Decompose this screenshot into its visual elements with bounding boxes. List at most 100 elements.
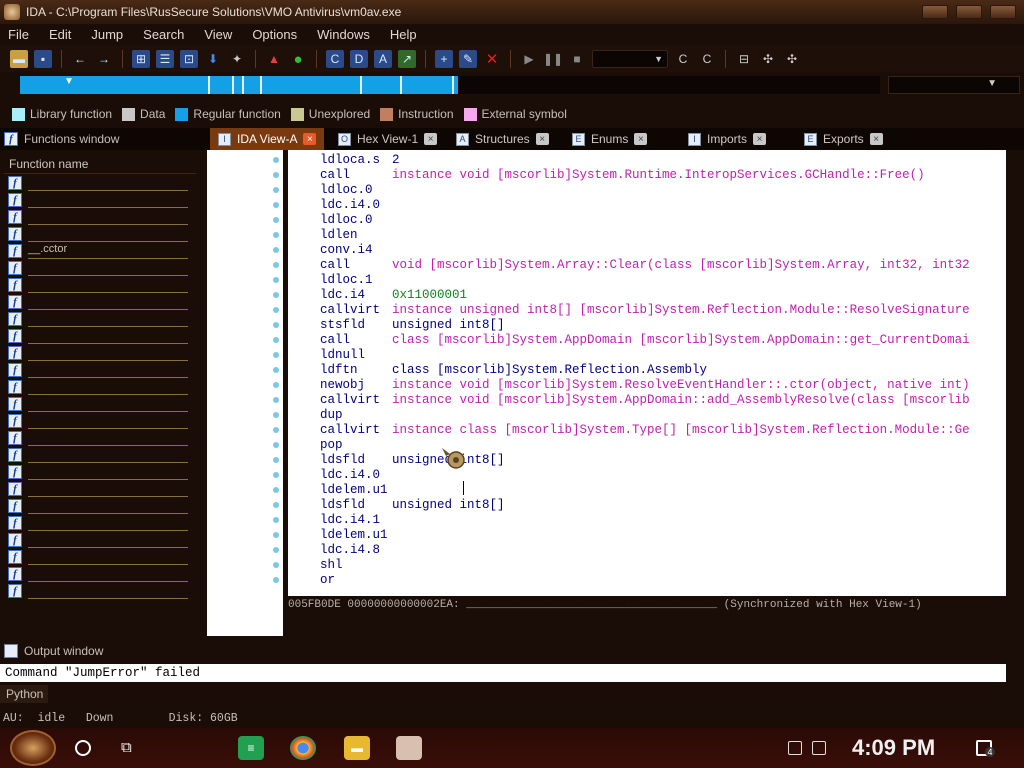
menu-windows[interactable]: Windows — [317, 27, 370, 42]
function-row[interactable]: f — [4, 174, 196, 191]
green-circle-icon[interactable]: ● — [289, 50, 307, 68]
tab-enums[interactable]: E Enums × — [564, 128, 674, 150]
list-icon[interactable]: ☰ — [156, 50, 174, 68]
function-row[interactable]: f — [4, 344, 196, 361]
function-row[interactable]: f — [4, 378, 196, 395]
add-icon[interactable]: + — [435, 50, 453, 68]
warning-icon[interactable]: ▲ — [265, 50, 283, 68]
function-row[interactable]: f — [4, 259, 196, 276]
options-icon[interactable]: ⊟ — [735, 50, 753, 68]
tab-ida-view-a[interactable]: I IDA View-A × — [210, 128, 324, 150]
code-icon[interactable]: C — [326, 50, 344, 68]
task-view-icon[interactable]: ⧉ — [121, 739, 141, 757]
function-row[interactable]: f — [4, 514, 196, 531]
spotify-app-icon[interactable]: ≡ — [238, 736, 264, 760]
debugger-select-dropdown[interactable]: ▼ — [592, 50, 668, 68]
save-icon[interactable]: ▪ — [34, 50, 52, 68]
play-icon[interactable]: ▶ — [520, 50, 538, 68]
function-row[interactable]: f — [4, 208, 196, 225]
ascii-icon[interactable]: A — [374, 50, 392, 68]
disasm-line[interactable]: callvirt instance class [mscorlib]System.… — [320, 423, 970, 438]
close-tab-icon[interactable]: × — [869, 133, 883, 145]
delete-icon[interactable]: ✕ — [483, 50, 501, 68]
disasm-line[interactable]: ldc.i4.0 — [320, 468, 392, 483]
menu-options[interactable]: Options — [252, 27, 297, 42]
function-row[interactable]: f — [4, 276, 196, 293]
start-button[interactable] — [10, 730, 56, 766]
menu-jump[interactable]: Jump — [91, 27, 123, 42]
minimize-button[interactable] — [922, 5, 948, 19]
disasm-line[interactable]: pop — [320, 438, 392, 453]
function-row[interactable]: f — [4, 531, 196, 548]
disasm-line[interactable]: call class [mscorlib]System.AppDomain [ms… — [320, 333, 970, 348]
function-row[interactable]: f — [4, 548, 196, 565]
offset-icon[interactable]: ↗ — [398, 50, 416, 68]
stop-icon[interactable]: ■ — [568, 50, 586, 68]
disasm-line[interactable]: dup — [320, 408, 392, 423]
function-row[interactable]: f — [4, 310, 196, 327]
function-row[interactable]: f — [4, 361, 196, 378]
disasm-line[interactable]: callvirt instance unsigned int8[] [mscorl… — [320, 303, 970, 318]
edit-icon[interactable]: ✎ — [459, 50, 477, 68]
navigation-dropdown[interactable]: ▼ — [888, 76, 1020, 94]
close-tab-icon[interactable]: × — [424, 133, 438, 145]
disasm-line[interactable]: call void [mscorlib]System.Array::Clear(c… — [320, 258, 970, 273]
disasm-line[interactable]: ldelem.u1 — [320, 528, 392, 543]
disasm-line[interactable]: ldc.i4.1 — [320, 513, 392, 528]
function-row[interactable]: f — [4, 191, 196, 208]
chrome-app-icon[interactable] — [290, 736, 316, 760]
close-tab-icon[interactable]: × — [535, 133, 549, 145]
menu-edit[interactable]: Edit — [49, 27, 71, 42]
pause-icon[interactable]: ❚❚ — [543, 50, 563, 68]
disasm-line[interactable]: conv.i4 — [320, 243, 392, 258]
function-name-column-header[interactable]: Function name — [4, 154, 196, 174]
open-icon[interactable]: ▬ — [10, 50, 28, 68]
function-row[interactable]: f — [4, 463, 196, 480]
function-row[interactable]: f — [4, 497, 196, 514]
search-circle-icon[interactable] — [75, 740, 91, 756]
navigation-band-unexplored[interactable] — [458, 76, 880, 94]
disasm-line[interactable]: ldc.i4.0 — [320, 198, 392, 213]
function-row[interactable]: f — [4, 412, 196, 429]
network-icon[interactable] — [788, 741, 802, 755]
menu-search[interactable]: Search — [143, 27, 184, 42]
notification-icon[interactable]: 4 — [976, 740, 995, 757]
graph-icon[interactable]: ⊞ — [132, 50, 150, 68]
disasm-line[interactable]: call instance void [mscorlib]System.Runti… — [320, 168, 925, 183]
disasm-line[interactable]: ldsfld unsigned int8[] — [320, 498, 505, 513]
xref-icon[interactable]: ⊡ — [180, 50, 198, 68]
maximize-button[interactable] — [956, 5, 982, 19]
tab-hex-view-1[interactable]: O Hex View-1 × — [330, 128, 442, 150]
clock[interactable]: 4:09 PM — [852, 734, 952, 762]
plugin-icon[interactable]: ✣ — [759, 50, 777, 68]
volume-muted-icon[interactable] — [812, 741, 826, 755]
disasm-line[interactable]: ldlen — [320, 228, 392, 243]
function-row[interactable]: f — [4, 429, 196, 446]
menu-file[interactable]: File — [8, 27, 29, 42]
disasm-line[interactable]: ldc.i4 0x11000001 — [320, 288, 467, 303]
disasm-line[interactable]: stsfld unsigned int8[] — [320, 318, 505, 333]
disasm-line[interactable]: ldloc.1 — [320, 273, 392, 288]
disasm-line[interactable]: shl — [320, 558, 392, 573]
tab-imports[interactable]: I Imports × — [680, 128, 790, 150]
disasm-line[interactable]: ldnull — [320, 348, 392, 363]
function-row[interactable]: f — [4, 565, 196, 582]
python-button[interactable]: Python — [0, 685, 48, 703]
process-icon[interactable]: C — [698, 50, 716, 68]
ida-taskbar-icon[interactable] — [396, 736, 422, 760]
output-window-text[interactable]: Command "JumpError" failed — [0, 664, 1006, 682]
tab-exports[interactable]: E Exports × — [796, 128, 906, 150]
disasm-line[interactable]: or — [320, 573, 392, 588]
disassembly-scrollbar[interactable] — [1006, 150, 1020, 596]
function-row[interactable]: f — [4, 395, 196, 412]
function-row[interactable]: f __.cctor — [4, 242, 196, 259]
function-row[interactable]: f — [4, 582, 196, 599]
disassembly-view[interactable]: ldloca.s 2 call instance void [mscorlib]Sys… — [288, 150, 1006, 596]
disasm-line[interactable]: ldsfld unsigned int8[] — [320, 453, 505, 468]
disasm-line[interactable]: ldloca.s 2 — [320, 153, 400, 168]
disasm-line[interactable]: newobj instance void [mscorlib]System.Res… — [320, 378, 970, 393]
close-tab-icon[interactable]: × — [753, 133, 767, 145]
attach-icon[interactable]: C — [674, 50, 692, 68]
forward-icon[interactable]: → — [95, 50, 113, 68]
function-row[interactable]: f — [4, 225, 196, 242]
